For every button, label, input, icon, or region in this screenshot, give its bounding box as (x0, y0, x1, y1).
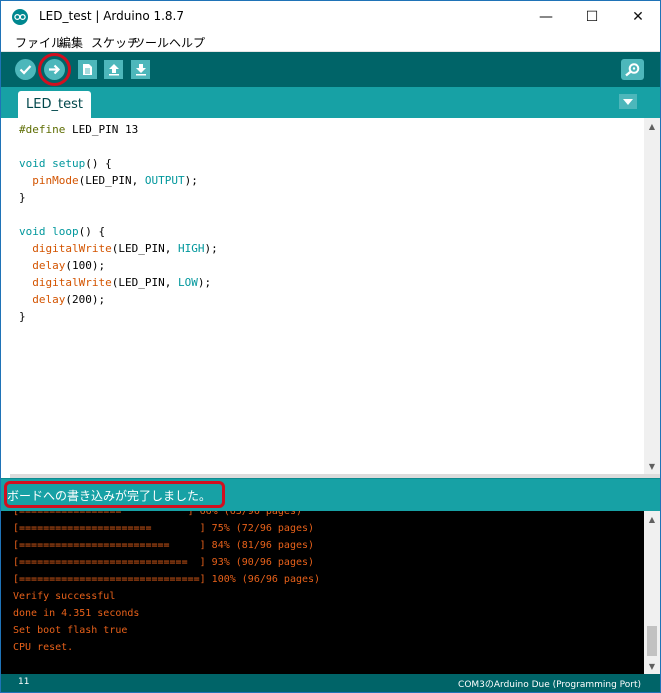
code-line[interactable]: void loop() { (19, 223, 218, 240)
close-button[interactable]: ✕ (615, 1, 660, 32)
minimize-button[interactable]: — (523, 1, 569, 32)
console-output[interactable]: [================= ] 66% (63/96 pages) [=… (1, 511, 644, 674)
console-line: Verify successful (13, 591, 116, 602)
serial-monitor-button[interactable] (621, 59, 644, 80)
code-line[interactable]: } (19, 308, 218, 325)
toolbar (1, 52, 660, 87)
code-token: (LED_PIN, (78, 174, 145, 187)
code-token: () { (78, 225, 106, 238)
code-token: ); (204, 242, 218, 255)
console-line: [==============================] 100% (9… (13, 574, 321, 585)
line-number: 11 (18, 677, 30, 687)
tab-menu-button[interactable] (619, 94, 637, 109)
menu-sketch[interactable]: スケッチ (91, 34, 139, 51)
menu-help[interactable]: ヘルプ (169, 34, 205, 51)
menu-bar: ファイル 編集 スケッチ ツール ヘルプ (1, 32, 660, 52)
console-scrollbar[interactable]: ▲ ▼ (644, 511, 660, 674)
new-icon (83, 64, 92, 75)
code-token: pinMode (32, 174, 79, 187)
scroll-thumb[interactable] (647, 626, 657, 656)
console-text: [================= ] 66% (63/96 pages) [=… (13, 511, 320, 656)
code-line[interactable]: delay(100); (19, 257, 218, 274)
console-line: [================= ] 66% (63/96 pages) (13, 511, 302, 517)
code-token: void (19, 225, 46, 238)
footer-bar: 11 COM3のArduino Due (Programming Port) (1, 674, 660, 692)
open-icon (108, 64, 119, 76)
editor-gutter (1, 118, 10, 474)
code-token: void (19, 157, 46, 170)
status-highlight-ring (4, 481, 225, 508)
code-token: (100); (65, 259, 106, 272)
arduino-ide-window: LED_test | Arduino 1.8.7 — ☐ ✕ ファイル 編集 ス… (0, 0, 661, 693)
console-line: [========================= ] 84% (81/96 … (13, 540, 315, 551)
code-token: (LED_PIN, (111, 276, 178, 289)
menu-tools[interactable]: ツール (133, 34, 169, 51)
code-line[interactable]: digitalWrite(LED_PIN, LOW); (19, 274, 218, 291)
code-token: (LED_PIN, (111, 242, 178, 255)
code-editor[interactable]: #define LED_PIN 13 void setup() { pinMode… (10, 118, 644, 474)
save-sketch-button[interactable] (131, 60, 150, 79)
scroll-down-icon[interactable]: ▼ (644, 658, 660, 674)
code-token: digitalWrite (32, 242, 112, 255)
chevron-down-icon (623, 98, 633, 105)
new-sketch-button[interactable] (78, 60, 97, 79)
code-token: LOW (177, 276, 198, 289)
scroll-down-icon[interactable]: ▼ (644, 458, 660, 474)
console-line: Set boot flash true (13, 625, 128, 636)
title-bar: LED_test | Arduino 1.8.7 — ☐ ✕ (1, 1, 660, 32)
maximize-button[interactable]: ☐ (569, 1, 615, 32)
code-token: setup (52, 157, 86, 170)
code-line[interactable]: digitalWrite(LED_PIN, HIGH); (19, 240, 218, 257)
console-line: [============================ ] 93% (90/… (13, 557, 315, 568)
magnifier-icon (625, 63, 640, 77)
code-token: LED_PIN 13 (65, 123, 139, 136)
console-line: done in 4.351 seconds (13, 608, 140, 619)
arduino-logo-icon (12, 9, 28, 25)
menu-edit[interactable]: 編集 (59, 34, 83, 51)
board-info: COM3のArduino Due (Programming Port) (458, 680, 641, 690)
save-icon (135, 64, 146, 76)
tab-led-test[interactable]: LED_test (18, 91, 91, 118)
verify-button[interactable] (15, 59, 36, 80)
code-line[interactable] (19, 206, 218, 223)
code-token: #define (19, 123, 66, 136)
code-token: () { (85, 157, 112, 170)
code-token: ); (197, 276, 212, 289)
code-token: delay (32, 259, 66, 272)
code-line[interactable]: pinMode(LED_PIN, OUTPUT); (19, 172, 218, 189)
code-text[interactable]: #define LED_PIN 13 void setup() { pinMode… (19, 121, 218, 325)
code-token: delay (32, 293, 66, 306)
upload-highlight-ring (38, 53, 71, 86)
window-title: LED_test | Arduino 1.8.7 (39, 9, 185, 23)
code-token: ); (184, 174, 198, 187)
code-token: } (19, 310, 26, 323)
editor-scrollbar[interactable]: ▲ ▼ (644, 118, 660, 474)
console-line: CPU reset. (13, 642, 74, 653)
code-token: OUTPUT (144, 174, 185, 187)
verify-icon (19, 65, 32, 75)
code-line[interactable]: delay(200); (19, 291, 218, 308)
code-line[interactable]: } (19, 189, 218, 206)
tab-bar: LED_test (1, 87, 660, 118)
code-line[interactable] (19, 138, 218, 155)
console-line: [====================== ] 75% (72/96 pag… (13, 523, 315, 534)
open-sketch-button[interactable] (104, 60, 123, 79)
scroll-up-icon[interactable]: ▲ (644, 118, 660, 134)
code-token: loop (52, 225, 79, 238)
scroll-up-icon[interactable]: ▲ (644, 511, 660, 527)
code-token: HIGH (177, 242, 205, 255)
code-token: (200); (65, 293, 106, 306)
code-line[interactable]: void setup() { (19, 155, 218, 172)
code-line[interactable]: #define LED_PIN 13 (19, 121, 218, 138)
menu-file[interactable]: ファイル (15, 34, 63, 51)
code-token: digitalWrite (32, 276, 112, 289)
code-token: } (19, 191, 26, 204)
